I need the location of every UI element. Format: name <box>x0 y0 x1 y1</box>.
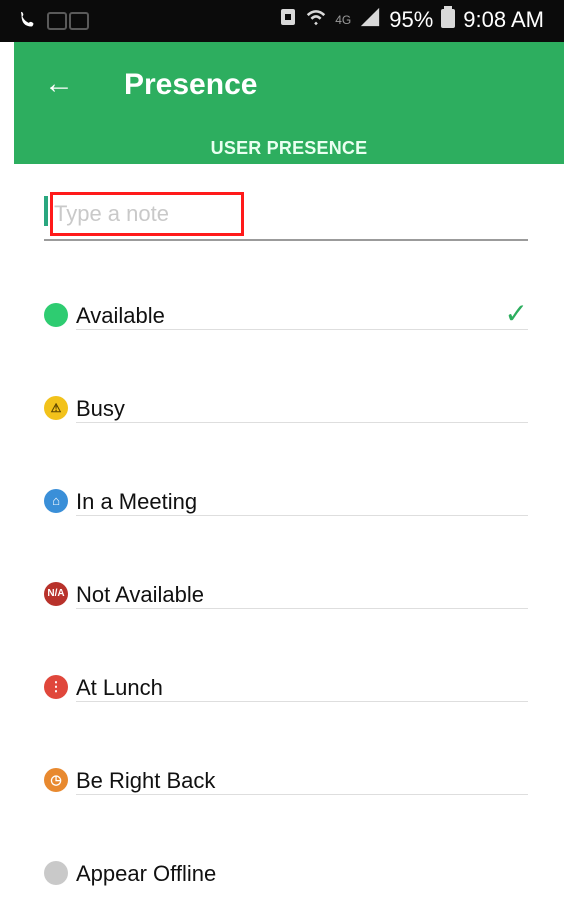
busy-warning-icon: ⚠ <box>44 396 68 420</box>
available-dot-icon <box>44 303 68 327</box>
meeting-icon: ⌂ <box>44 489 68 513</box>
signal-icon <box>359 6 381 34</box>
warning-glyph: ⚠ <box>50 401 62 415</box>
phone-call-icon <box>16 10 38 37</box>
not-available-icon: N/A <box>44 582 68 606</box>
presence-label: In a Meeting <box>76 489 198 514</box>
divider <box>76 329 528 330</box>
meeting-glyph: ⌂ <box>52 493 60 508</box>
status-right: 4G 95% 9:08 AM <box>279 6 544 34</box>
presence-label: Appear Offline <box>76 861 217 886</box>
presence-in-a-meeting[interactable]: ⌂ In a Meeting <box>44 472 528 532</box>
back-button[interactable]: ← <box>44 64 84 104</box>
presence-at-lunch[interactable]: ⋮ At Lunch <box>44 658 528 718</box>
app-bar: ← Presence USER PRESENCE <box>14 42 564 162</box>
divider <box>76 515 528 516</box>
network-text: 4G <box>335 13 352 27</box>
page-title: Presence <box>124 68 258 101</box>
presence-be-right-back[interactable]: ◷ Be Right Back <box>44 751 528 811</box>
selected-check-icon: ✓ <box>504 298 528 329</box>
nfc-icon <box>46 10 92 37</box>
lunch-glyph: ⋮ <box>49 679 63 694</box>
presence-label: At Lunch <box>76 675 163 700</box>
lunch-icon: ⋮ <box>44 675 68 699</box>
presence-label: Available <box>76 303 165 328</box>
na-glyph: N/A <box>47 588 65 599</box>
divider <box>76 422 528 423</box>
status-left <box>16 10 92 37</box>
tab-underline <box>14 160 564 164</box>
back-arrow-icon: ← <box>44 67 74 100</box>
tab-user-presence[interactable]: USER PRESENCE <box>14 138 564 159</box>
divider <box>76 701 528 702</box>
presence-available[interactable]: Available ✓ <box>44 286 528 346</box>
note-underline <box>44 239 528 241</box>
presence-label: Busy <box>76 396 125 421</box>
text-cursor <box>44 196 48 226</box>
sim-icon <box>279 7 297 33</box>
presence-label: Not Available <box>76 582 205 607</box>
battery-icon <box>441 6 456 34</box>
presence-not-available[interactable]: N/A Not Available <box>44 565 528 625</box>
presence-label: Be Right Back <box>76 768 216 793</box>
battery-percentage: 95% <box>389 7 434 32</box>
divider <box>76 794 528 795</box>
highlight-box <box>50 192 244 236</box>
time: 9:08 AM <box>463 7 544 32</box>
status-bar: 4G 95% 9:08 AM <box>0 0 564 42</box>
presence-busy[interactable]: ⚠ Busy <box>44 379 528 439</box>
presence-appear-offline[interactable]: Appear Offline <box>44 844 528 904</box>
be-right-back-icon: ◷ <box>44 768 68 792</box>
divider <box>76 608 528 609</box>
clock-glyph: ◷ <box>50 772 62 787</box>
offline-icon <box>44 861 68 885</box>
wifi-icon <box>305 6 327 34</box>
